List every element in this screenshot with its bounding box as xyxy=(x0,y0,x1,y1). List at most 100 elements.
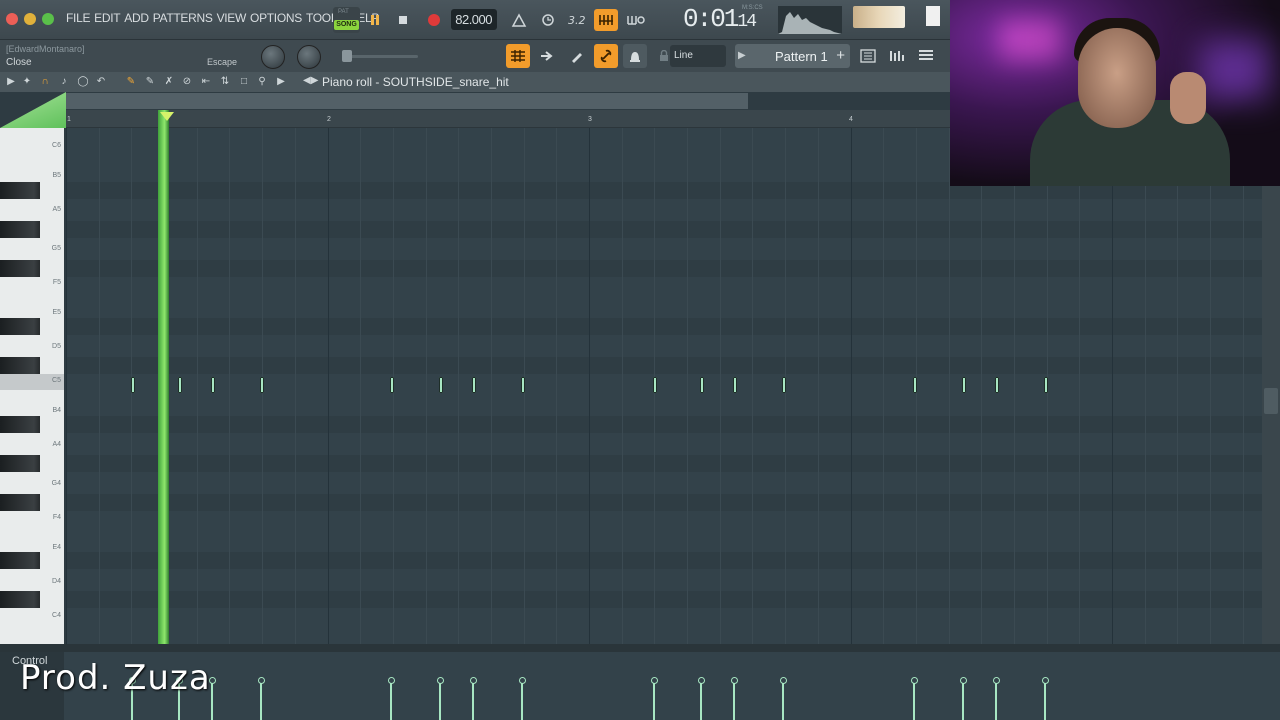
slice-tool-icon[interactable]: ⇅ xyxy=(218,75,232,89)
black-key[interactable] xyxy=(0,221,40,238)
select-tool-icon[interactable]: □ xyxy=(237,75,251,89)
mute-tool-icon[interactable]: ⊘ xyxy=(180,75,194,89)
countdown-button[interactable]: 3.2 xyxy=(565,9,589,31)
note[interactable] xyxy=(439,377,443,393)
slide-tool-icon[interactable]: ⇤ xyxy=(199,75,213,89)
note[interactable] xyxy=(962,377,966,393)
piano-keyboard[interactable]: C6 B5 A5 G5 F5 E5 D5 C5 B4 A4 G4 F4 E4 D… xyxy=(0,128,64,644)
velocity-handle[interactable] xyxy=(470,677,477,684)
note-grid[interactable] xyxy=(66,128,1262,644)
add-pattern-icon[interactable]: + xyxy=(836,47,845,64)
delete-tool-icon[interactable]: ✗ xyxy=(162,75,176,89)
pencil-tool-button[interactable] xyxy=(565,44,589,68)
scroll-thumb[interactable] xyxy=(1264,388,1278,414)
master-slider[interactable] xyxy=(342,50,418,62)
note[interactable] xyxy=(1044,377,1048,393)
menu-add[interactable]: ADD xyxy=(124,11,149,25)
panel-toggle[interactable] xyxy=(926,6,940,26)
undo-icon[interactable]: ↶ xyxy=(94,75,108,89)
velocity-handle[interactable] xyxy=(911,677,918,684)
velocity-stem[interactable] xyxy=(782,682,784,720)
velocity-handle[interactable] xyxy=(1042,677,1049,684)
velocity-stem[interactable] xyxy=(700,682,702,720)
black-key[interactable] xyxy=(0,552,40,569)
note[interactable] xyxy=(390,377,394,393)
metronome-toggle[interactable] xyxy=(623,44,647,68)
velocity-stem[interactable] xyxy=(439,682,441,720)
maximize-window-icon[interactable] xyxy=(42,13,54,25)
menu-edit[interactable]: EDIT xyxy=(94,11,120,25)
velocity-handle[interactable] xyxy=(731,677,738,684)
menu-file[interactable]: FILE xyxy=(66,11,90,25)
draw-tool-icon[interactable]: ✎ xyxy=(124,75,138,89)
velocity-handle[interactable] xyxy=(651,677,658,684)
link-button[interactable] xyxy=(594,44,618,68)
velocity-stem[interactable] xyxy=(211,682,213,720)
menu-patterns[interactable]: PATTERNS xyxy=(153,11,213,25)
control-divider[interactable] xyxy=(0,644,1280,652)
metronome-button[interactable] xyxy=(507,9,531,31)
black-key[interactable] xyxy=(0,416,40,433)
note[interactable] xyxy=(521,377,525,393)
black-key[interactable] xyxy=(0,494,40,511)
velocity-stem[interactable] xyxy=(913,682,915,720)
black-key[interactable] xyxy=(0,357,40,374)
note[interactable] xyxy=(782,377,786,393)
note[interactable] xyxy=(995,377,999,393)
mixer-button[interactable] xyxy=(856,44,880,68)
channel-rack-button[interactable] xyxy=(885,44,909,68)
snap-mode-select[interactable]: Line xyxy=(670,45,726,67)
minimize-window-icon[interactable] xyxy=(24,13,36,25)
velocity-stem[interactable] xyxy=(962,682,964,720)
snap-button[interactable] xyxy=(506,44,530,68)
black-key[interactable] xyxy=(0,260,40,277)
velocity-stem[interactable] xyxy=(733,682,735,720)
velocity-handle[interactable] xyxy=(698,677,705,684)
stamp-icon[interactable]: ◯ xyxy=(76,75,90,89)
playlist-button[interactable] xyxy=(914,44,938,68)
menu-view[interactable]: VIEW xyxy=(217,11,247,25)
close-window-icon[interactable] xyxy=(6,13,18,25)
playback-tool-icon[interactable]: ▶ xyxy=(274,75,288,89)
paint-tool-icon[interactable]: ✎ xyxy=(143,75,157,89)
velocity-handle[interactable] xyxy=(437,677,444,684)
loop-record-button[interactable] xyxy=(624,9,648,31)
pattern-overview[interactable] xyxy=(66,93,748,109)
playhead-marker-icon[interactable] xyxy=(160,112,174,121)
record-button[interactable] xyxy=(422,8,446,32)
playhead[interactable] xyxy=(158,110,169,644)
velocity-handle[interactable] xyxy=(780,677,787,684)
velocity-stem[interactable] xyxy=(260,682,262,720)
black-key[interactable] xyxy=(0,591,40,608)
velocity-stem[interactable] xyxy=(653,682,655,720)
note-icon[interactable]: ♪ xyxy=(57,75,71,89)
zoom-tool-icon[interactable]: ⚲ xyxy=(255,75,269,89)
black-key[interactable] xyxy=(0,318,40,335)
piano-roll-arrow-icon[interactable]: ◀▶ xyxy=(303,75,318,86)
velocity-handle[interactable] xyxy=(388,677,395,684)
note[interactable] xyxy=(472,377,476,393)
velocity-handle[interactable] xyxy=(258,677,265,684)
magic-tool-icon[interactable]: ✦ xyxy=(20,75,34,89)
master-pitch-knob[interactable] xyxy=(297,45,321,69)
next-button[interactable] xyxy=(535,44,559,68)
velocity-stem[interactable] xyxy=(390,682,392,720)
velocity-handle[interactable] xyxy=(960,677,967,684)
velocity-stem[interactable] xyxy=(521,682,523,720)
pause-button[interactable] xyxy=(363,8,387,32)
velocity-handle[interactable] xyxy=(519,677,526,684)
menu-options[interactable]: OPTIONS xyxy=(250,11,302,25)
slider-handle[interactable] xyxy=(342,50,352,62)
step-edit-button[interactable] xyxy=(594,9,618,31)
note[interactable] xyxy=(178,377,182,393)
note[interactable] xyxy=(733,377,737,393)
note[interactable] xyxy=(653,377,657,393)
pattern-song-toggle[interactable]: PAT SONG xyxy=(333,7,360,33)
black-key[interactable] xyxy=(0,455,40,472)
pattern-selector[interactable]: ▶ Pattern 1 + xyxy=(735,44,850,68)
note[interactable] xyxy=(260,377,264,393)
velocity-stem[interactable] xyxy=(1044,682,1046,720)
vertical-scrollbar[interactable] xyxy=(1262,128,1280,644)
note[interactable] xyxy=(131,377,135,393)
note[interactable] xyxy=(913,377,917,393)
